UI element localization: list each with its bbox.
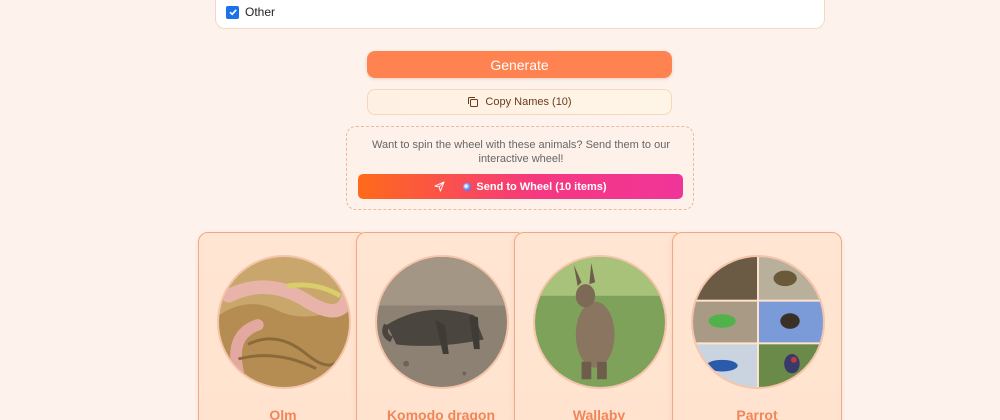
category-filter-card: Other (215, 0, 825, 29)
animal-photo (691, 255, 825, 389)
send-to-wheel-label: Send to Wheel (10 items) (476, 180, 607, 193)
animal-photo (375, 255, 509, 389)
animal-name: Parrot (736, 407, 778, 420)
animal-card[interactable]: Parrot (672, 232, 842, 420)
copy-icon (468, 97, 479, 107)
wheel-icon (463, 182, 472, 191)
wheel-prompt: Want to spin the wheel with these animal… (372, 139, 670, 165)
send-to-wheel-button[interactable]: Send to Wheel (10 items) (358, 174, 683, 199)
animal-name: Komodo dragon (386, 407, 496, 420)
copy-names-button[interactable]: Copy Names (10) (367, 89, 672, 115)
check-icon (228, 9, 237, 16)
animal-photo (533, 255, 667, 389)
copy-names-label: Copy Names (10) (485, 96, 572, 108)
generate-button[interactable]: Generate (367, 51, 672, 78)
other-checkbox-row[interactable]: Other (226, 5, 275, 19)
send-to-wheel-panel: Want to spin the wheel with these animal… (346, 126, 694, 210)
animal-card[interactable]: Wallaby (514, 232, 684, 420)
animal-card[interactable]: Olm (198, 232, 368, 420)
animal-name: Olm (269, 407, 297, 420)
other-label: Other (245, 5, 276, 19)
animal-photo (217, 255, 351, 389)
animal-card[interactable]: Komodo dragon (356, 232, 526, 420)
other-checkbox[interactable] (226, 5, 239, 19)
send-icon (434, 181, 445, 192)
animal-name: Wallaby (572, 407, 626, 420)
